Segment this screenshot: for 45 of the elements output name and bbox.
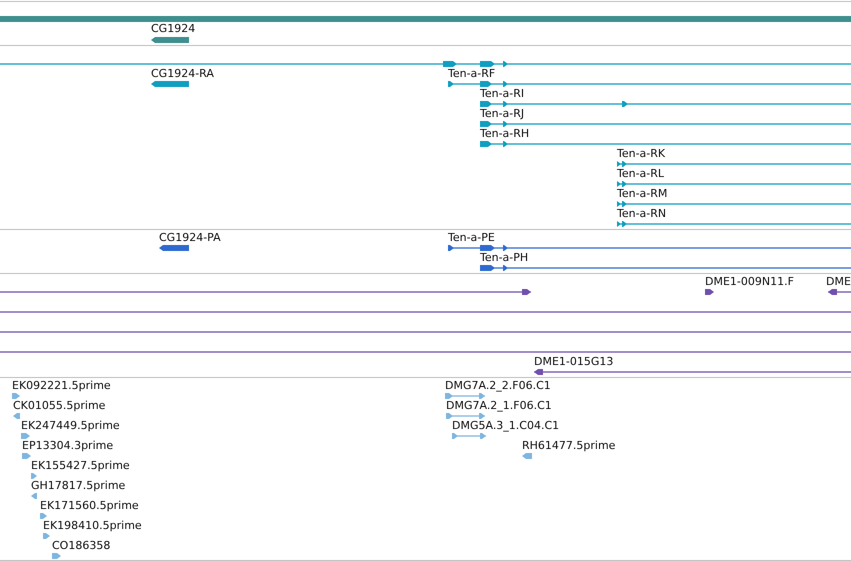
feature-label: Ten-a-RK <box>617 147 666 161</box>
feature-label: DMG5A.3_1.C04.C1 <box>452 419 560 433</box>
feature-label: Ten-a-RL <box>617 167 664 181</box>
feature-label: CG1924 <box>151 22 196 36</box>
feature-label: Ten-a-RH <box>480 127 530 141</box>
feature-label: EK247449.5prime <box>21 419 120 433</box>
feature-label: DMG7A.2_1.F06.C1 <box>446 399 552 413</box>
feature-glyph[interactable] <box>448 81 851 87</box>
feature-glyph[interactable] <box>617 181 851 187</box>
feature-label: Ten-a-RN <box>617 207 666 221</box>
feature-label: Ten-a-RJ <box>480 107 524 121</box>
feature-label: CG1924-RA <box>151 67 214 81</box>
feature-glyph[interactable] <box>448 245 851 251</box>
feature-label: EP13304.3prime <box>22 439 114 453</box>
feature-glyph[interactable] <box>828 289 851 295</box>
feature-label: EK171560.5prime <box>40 499 139 513</box>
feature-label: CO186358 <box>52 539 110 553</box>
feature-label: Ten-a-RI <box>480 87 524 101</box>
feature-label: EK155427.5prime <box>31 459 130 473</box>
feature-label: DME1-009N11.F <box>705 275 794 289</box>
feature-glyph[interactable] <box>480 121 851 127</box>
feature-glyph[interactable] <box>705 289 714 295</box>
feature-label: DMG7A.2_2.F06.C1 <box>445 379 551 393</box>
feature-label: EK092221.5prime <box>12 379 111 393</box>
feature-glyph[interactable] <box>617 201 851 207</box>
feature-glyph[interactable] <box>159 245 189 251</box>
feature-label: RH61477.5prime <box>522 439 616 453</box>
feature-glyph[interactable] <box>480 265 851 271</box>
feature-label: EK198410.5prime <box>43 519 142 533</box>
feature-glyph[interactable] <box>480 141 851 147</box>
feature-glyph[interactable] <box>480 101 851 107</box>
feature-label: Ten-a-PE <box>448 231 495 245</box>
feature-label: Ten-a-PH <box>480 251 528 265</box>
feature-label: Ten-a-RF <box>448 67 496 81</box>
feature-label: CG1924-PA <box>159 231 221 245</box>
feature-glyph[interactable] <box>151 81 189 87</box>
feature-label: CK01055.5prime <box>13 399 106 413</box>
feature-glyph[interactable] <box>534 369 851 375</box>
feature-label: GH17817.5prime <box>31 479 126 493</box>
feature-label: DME <box>826 275 851 289</box>
feature-glyph[interactable] <box>617 221 851 227</box>
feature-glyph[interactable] <box>617 161 851 167</box>
feature-label: DME1-015G13 <box>534 355 614 369</box>
feature-label: Ten-a-RM <box>617 187 668 201</box>
feature-glyph[interactable] <box>151 37 189 43</box>
